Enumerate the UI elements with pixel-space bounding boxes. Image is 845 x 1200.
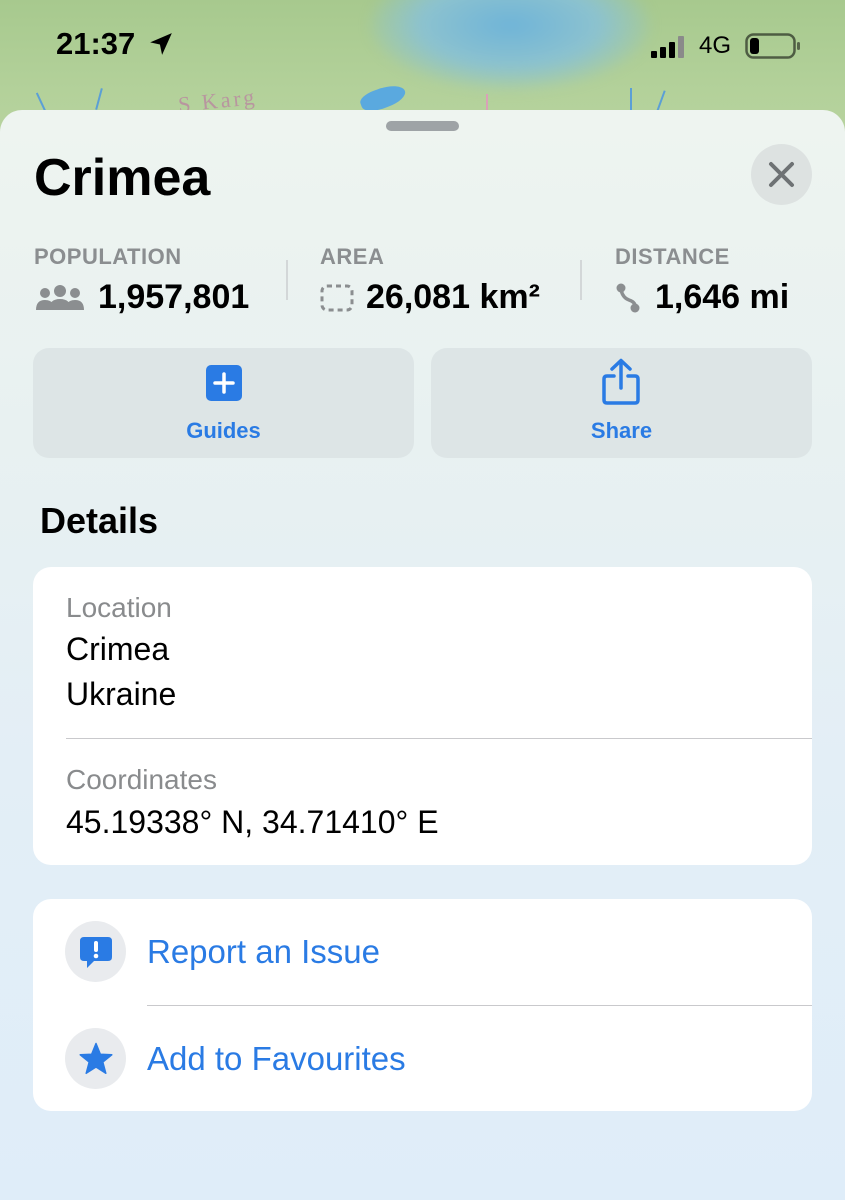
place-title: Crimea bbox=[34, 149, 211, 207]
status-bar: 21:37 4G bbox=[0, 0, 845, 96]
add-to-guide-icon bbox=[206, 365, 242, 401]
people-icon bbox=[36, 284, 84, 310]
place-card-sheet: Crimea POPULATION 1,957,801 AREA 26,081 … bbox=[0, 110, 845, 1200]
card-separator bbox=[66, 738, 812, 739]
stat-divider bbox=[580, 260, 582, 300]
battery-icon bbox=[745, 33, 800, 59]
area-icon bbox=[320, 284, 354, 311]
report-issue-icon bbox=[80, 937, 112, 968]
coordinates-value[interactable]: 45.19338° N, 34.71410° E bbox=[66, 800, 439, 844]
place-stats: POPULATION 1,957,801 AREA 26,081 km² DIS… bbox=[0, 244, 845, 324]
cellular-signal-icon bbox=[651, 36, 684, 58]
stat-divider bbox=[286, 260, 288, 300]
distance-value: 1,646 mi bbox=[655, 278, 790, 316]
location-line-2[interactable]: Ukraine bbox=[66, 672, 176, 716]
population-label: POPULATION bbox=[34, 244, 182, 269]
details-heading: Details bbox=[40, 500, 159, 541]
close-icon bbox=[769, 162, 794, 187]
area-stat: AREA 26,081 km² bbox=[320, 244, 540, 317]
report-issue-row[interactable]: Report an Issue bbox=[33, 899, 812, 1005]
location-arrow-icon bbox=[150, 33, 172, 55]
share-label: Share bbox=[590, 418, 653, 443]
close-button[interactable] bbox=[751, 144, 812, 205]
add-to-favourites-row[interactable]: Add to Favourites bbox=[33, 1006, 812, 1111]
area-label: AREA bbox=[320, 244, 385, 269]
share-button[interactable]: Share bbox=[431, 348, 812, 458]
add-to-favourites-label: Add to Favourites bbox=[147, 1040, 406, 1077]
more-actions-card: Report an Issue Add to Favourites bbox=[33, 899, 812, 1111]
network-type: 4G bbox=[699, 32, 732, 59]
population-value: 1,957,801 bbox=[98, 278, 250, 316]
location-label: Location bbox=[66, 592, 172, 623]
distance-stat: DISTANCE 1,646 mi bbox=[615, 244, 789, 317]
status-time: 21:37 bbox=[56, 26, 136, 61]
details-card: Location Crimea Ukraine Coordinates 45.1… bbox=[33, 567, 812, 865]
route-icon bbox=[616, 283, 640, 312]
guides-label: Guides bbox=[186, 418, 261, 443]
distance-label: DISTANCE bbox=[615, 244, 730, 269]
coordinates-label: Coordinates bbox=[66, 764, 217, 795]
favourite-icon-circle bbox=[65, 1028, 126, 1089]
sheet-grabber[interactable] bbox=[386, 121, 459, 131]
population-stat: POPULATION 1,957,801 bbox=[34, 244, 249, 317]
area-value: 26,081 km² bbox=[366, 278, 540, 316]
location-line-1[interactable]: Crimea bbox=[66, 627, 169, 671]
star-icon bbox=[79, 1042, 113, 1075]
report-issue-label: Report an Issue bbox=[147, 933, 380, 970]
share-icon bbox=[602, 358, 640, 405]
report-issue-icon-circle bbox=[65, 921, 126, 982]
guides-button[interactable]: Guides bbox=[33, 348, 414, 458]
